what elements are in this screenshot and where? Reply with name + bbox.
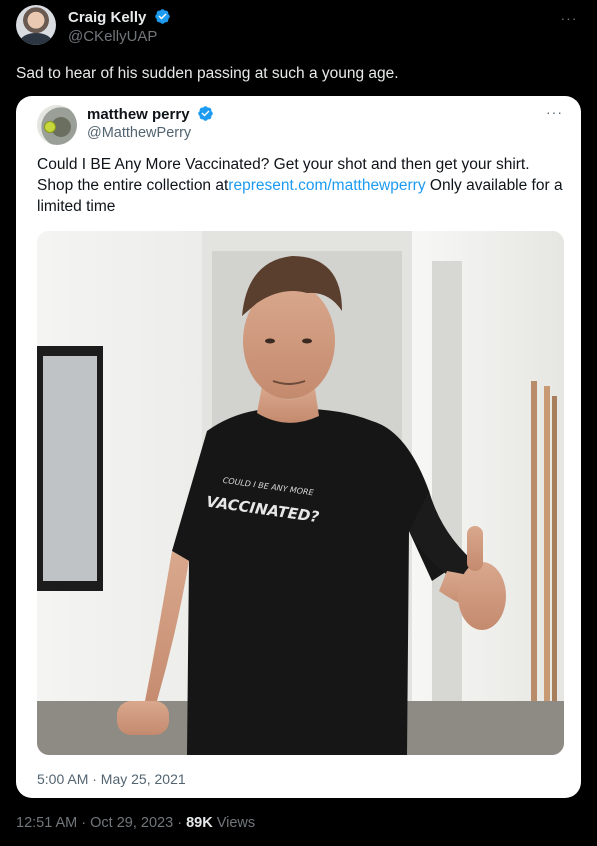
quoted-link[interactable]: represent.com/matthewperry <box>228 177 425 194</box>
quoted-author-avatar[interactable] <box>37 105 77 145</box>
verified-badge-icon <box>197 106 213 121</box>
tweet-timestamp[interactable]: 12:51 AM · Oct 29, 2023 · <box>16 815 186 831</box>
author-handle[interactable]: @CKellyUAP <box>68 28 157 45</box>
views-label: Views <box>216 815 256 831</box>
quoted-timestamp[interactable]: 5:00 AM · May 25, 2021 <box>37 771 186 787</box>
tweet-footer: 12:51 AM · Oct 29, 2023 · 89K Views <box>16 815 255 831</box>
tweet-text: Sad to hear of his sudden passing at suc… <box>16 65 399 82</box>
photo-illustration: COULD I BE ANY MORE VACCINATED? <box>37 231 564 755</box>
author-avatar[interactable] <box>16 5 56 45</box>
author-name-text: Craig Kelly <box>68 9 147 26</box>
tennis-ball-icon <box>44 121 56 133</box>
quoted-tweet-text: Could I BE Any More Vaccinated? Get your… <box>37 154 567 217</box>
quoted-author-handle[interactable]: @MatthewPerry <box>87 125 191 141</box>
more-options-icon[interactable]: ··· <box>559 10 579 26</box>
tweet: Craig Kelly @CKellyUAP ··· Sad to hear o… <box>0 0 597 846</box>
views-count: 89K <box>186 815 213 831</box>
author-name[interactable]: Craig Kelly <box>68 8 171 26</box>
verified-badge-icon <box>154 9 170 24</box>
quoted-tweet-photo[interactable]: COULD I BE ANY MORE VACCINATED? <box>37 231 564 755</box>
quoted-author-name[interactable]: matthew perry <box>87 105 214 123</box>
quoted-tweet[interactable]: matthew perry @MatthewPerry ··· Could I … <box>16 96 581 798</box>
quoted-more-options-icon[interactable]: ··· <box>546 104 563 120</box>
quoted-author-name-text: matthew perry <box>87 106 190 123</box>
